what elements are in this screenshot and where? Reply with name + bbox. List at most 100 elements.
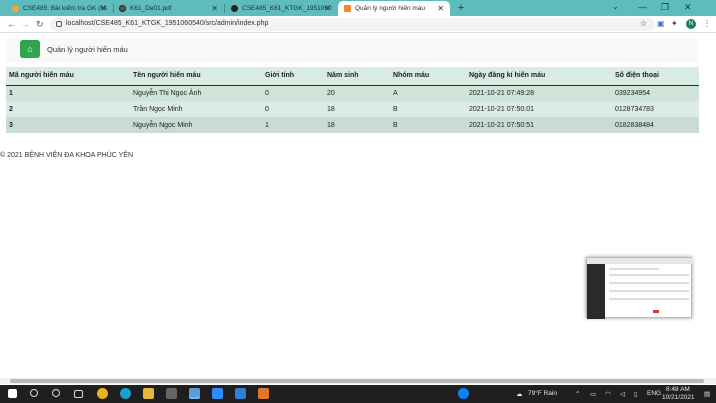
bookmark-star-icon[interactable]: ☆ bbox=[640, 19, 647, 28]
thumbnail-line bbox=[609, 282, 689, 284]
wifi-icon[interactable]: ◠ bbox=[605, 390, 611, 398]
tab-github[interactable]: CSE485_K61_KTGK_1951060540 ✕ bbox=[225, 1, 337, 16]
reload-icon[interactable]: ↻ bbox=[36, 19, 44, 30]
thumbnail-line bbox=[609, 290, 689, 292]
thumbnail-red-button bbox=[653, 310, 659, 313]
tab-search-icon[interactable]: ⌄ bbox=[612, 2, 619, 11]
windows-start-icon[interactable] bbox=[8, 389, 17, 398]
cell-phone: 0182838484 bbox=[612, 117, 699, 133]
tab-label: CSE485_K61_KTGK_1951060540 bbox=[242, 5, 332, 12]
task-view-icon[interactable] bbox=[74, 390, 83, 398]
cell-birth-year: 18 bbox=[324, 101, 390, 117]
new-tab-icon[interactable]: + bbox=[455, 2, 467, 14]
clock-time[interactable]: 8:48 AM bbox=[666, 386, 690, 393]
close-window-icon[interactable]: ✕ bbox=[684, 2, 692, 13]
col-donor-name: Tên người hiến máu bbox=[130, 67, 262, 86]
close-icon[interactable]: ✕ bbox=[211, 4, 218, 13]
screenshot-thumbnail[interactable] bbox=[586, 257, 693, 319]
cell-phone: 0128734783 bbox=[612, 101, 699, 117]
translate-extension-icon[interactable]: ▣ bbox=[657, 19, 665, 28]
url-text: localhost/CSE485_K61_KTGK_1951060540/src… bbox=[66, 20, 269, 27]
info-icon[interactable] bbox=[56, 21, 62, 27]
snip-tool-icon[interactable] bbox=[166, 388, 177, 399]
tab-label: CSE485: Bài kiểm tra GK (Mã đề bbox=[23, 5, 107, 12]
weather-text[interactable]: 79°F Rain bbox=[528, 390, 557, 397]
tab-pdf[interactable]: K61_De01.pdf ✕ bbox=[113, 1, 225, 16]
cell-name: Nguyễn Ngọc Minh bbox=[130, 117, 262, 133]
thumbnail-line bbox=[609, 274, 689, 276]
browser-tab-strip: CSE485: Bài kiểm tra GK (Mã đề ✕ K61_De0… bbox=[0, 0, 716, 16]
minimize-icon[interactable]: — bbox=[638, 2, 647, 12]
search-icon[interactable] bbox=[30, 389, 38, 397]
table-row: 1 Nguyễn Thị Ngọc Ánh 0 20 A 2021-10-21 … bbox=[6, 85, 699, 101]
col-phone: Số điện thoại bbox=[612, 67, 699, 86]
cortana-icon[interactable] bbox=[52, 389, 60, 397]
home-icon: ⌂ bbox=[27, 44, 33, 54]
cell-blood-type: A bbox=[390, 85, 466, 101]
navbar-brand[interactable]: Quản lý người hiến máu bbox=[47, 45, 128, 54]
file-explorer-icon[interactable] bbox=[143, 388, 154, 399]
col-donor-id: Mã người hiến máu bbox=[6, 67, 130, 86]
cell-gender: 0 bbox=[262, 101, 324, 117]
horizontal-scrollbar[interactable] bbox=[0, 378, 716, 384]
extensions-puzzle-icon[interactable]: ✦ bbox=[671, 19, 678, 28]
home-button[interactable]: ⌂ bbox=[20, 40, 40, 58]
cell-phone: 039234954 bbox=[612, 85, 699, 101]
col-gender: Giới tính bbox=[262, 67, 324, 86]
page-footer: © 2021 BỆNH VIỆN ĐA KHOA PHÚC YÊN bbox=[0, 152, 134, 159]
cell-name: Nguyễn Thị Ngọc Ánh bbox=[130, 85, 262, 101]
notification-icon[interactable]: ▤ bbox=[704, 390, 710, 398]
battery-icon[interactable]: ▯ bbox=[634, 390, 638, 398]
tab-active-page[interactable]: Quản lý người hiến máu ✕ bbox=[338, 1, 450, 16]
tray-chevron-icon[interactable]: ⌃ bbox=[575, 390, 580, 398]
app-icon[interactable] bbox=[189, 388, 200, 399]
table-row: 2 Trần Ngọc Minh 0 18 B 2021-10-21 07:50… bbox=[6, 101, 699, 117]
page-favicon-icon bbox=[344, 5, 351, 12]
globe-icon bbox=[119, 5, 126, 12]
cell-blood-type: B bbox=[390, 101, 466, 117]
thumbnail-sidebar bbox=[587, 264, 605, 319]
xampp-icon[interactable] bbox=[258, 388, 269, 399]
moodle-icon bbox=[12, 5, 19, 12]
vscode-icon[interactable] bbox=[235, 388, 246, 399]
back-icon[interactable]: ← bbox=[7, 19, 16, 29]
table-row: 3 Nguyễn Ngọc Minh 1 18 B 2021-10-21 07:… bbox=[6, 117, 699, 133]
donor-table: Mã người hiến máu Tên người hiến máu Giớ… bbox=[6, 67, 699, 133]
col-register-date: Ngày đăng kí hiến máu bbox=[466, 67, 612, 86]
clock-date[interactable]: 10/21/2021 bbox=[662, 394, 695, 401]
col-blood-type: Nhóm máu bbox=[390, 67, 466, 86]
forward-icon[interactable]: → bbox=[21, 19, 30, 29]
url-bar[interactable]: localhost/CSE485_K61_KTGK_1951060540/src… bbox=[50, 18, 655, 31]
messenger-icon[interactable] bbox=[458, 388, 469, 399]
chrome-icon[interactable] bbox=[97, 388, 108, 399]
cell-register-date: 2021-10-21 07:50:01 bbox=[466, 101, 612, 117]
cell-gender: 1 bbox=[262, 117, 324, 133]
cell-id: 1 bbox=[6, 85, 130, 101]
weather-icon: ☁ bbox=[516, 391, 523, 398]
table-header-row: Mã người hiến máu Tên người hiến máu Giớ… bbox=[6, 67, 699, 86]
edge-icon[interactable] bbox=[120, 388, 131, 399]
tab-label: K61_De01.pdf bbox=[130, 5, 172, 12]
cell-birth-year: 18 bbox=[324, 117, 390, 133]
close-icon[interactable]: ✕ bbox=[437, 4, 444, 13]
tab-cse485-quiz[interactable]: CSE485: Bài kiểm tra GK (Mã đề ✕ bbox=[6, 1, 114, 16]
thumbnail-line bbox=[609, 268, 659, 270]
cell-blood-type: B bbox=[390, 117, 466, 133]
thumbnail-line bbox=[609, 298, 689, 300]
close-icon[interactable]: ✕ bbox=[100, 4, 107, 13]
cell-id: 3 bbox=[6, 117, 130, 133]
zoom-icon[interactable] bbox=[212, 388, 223, 399]
maximize-icon[interactable]: ❐ bbox=[661, 2, 669, 13]
cell-id: 2 bbox=[6, 101, 130, 117]
profile-avatar[interactable]: N bbox=[686, 19, 696, 29]
cell-register-date: 2021-10-21 07:49:28 bbox=[466, 85, 612, 101]
github-icon bbox=[231, 5, 238, 12]
cell-register-date: 2021-10-21 07:50:51 bbox=[466, 117, 612, 133]
network-icon[interactable]: ▭ bbox=[590, 390, 596, 398]
more-menu-icon[interactable]: ⋮ bbox=[703, 19, 711, 28]
scrollbar-thumb[interactable] bbox=[10, 379, 704, 383]
page-navbar: ⌂ Quản lý người hiến máu bbox=[6, 38, 698, 62]
language-indicator[interactable]: ENG bbox=[647, 390, 661, 397]
volume-icon[interactable]: ◁ bbox=[620, 390, 625, 398]
close-icon[interactable]: ✕ bbox=[324, 4, 331, 13]
